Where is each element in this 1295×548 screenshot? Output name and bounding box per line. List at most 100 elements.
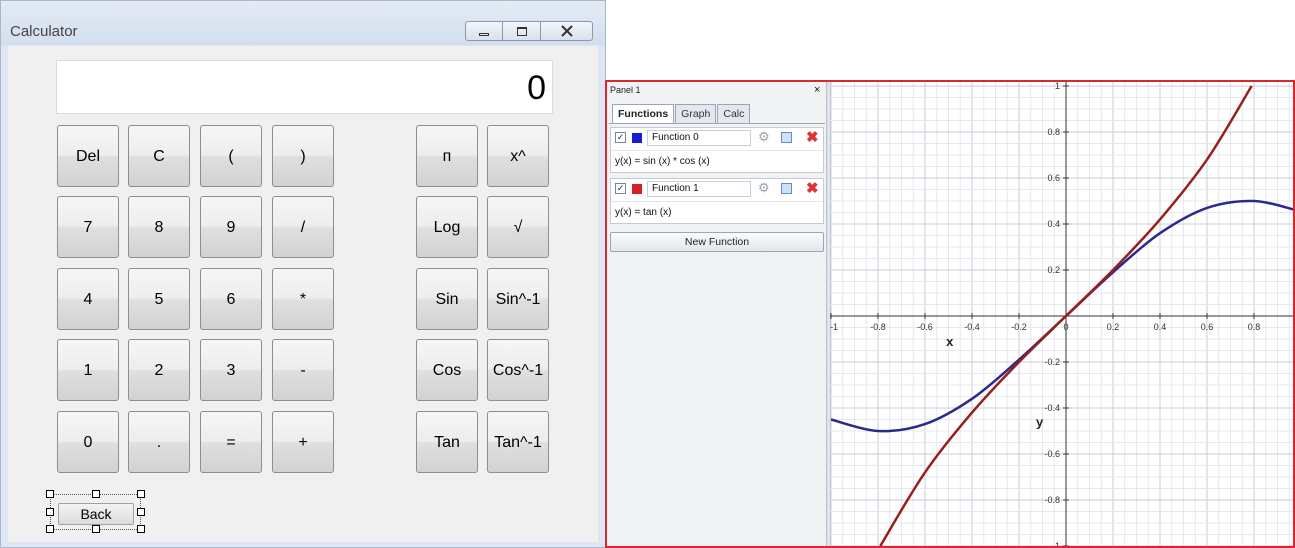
open-paren-key[interactable]: (: [200, 125, 262, 187]
function-visible-checkbox[interactable]: ✓: [615, 132, 626, 143]
function-row: ✓ Function 0 ⚙ ✖ y(x) = sin (x) * cos (x…: [610, 127, 824, 173]
plus-key[interactable]: +: [272, 411, 334, 473]
x-axis-label: x: [946, 334, 954, 349]
arctan-key[interactable]: Tan^-1: [487, 411, 549, 473]
one-key[interactable]: 1: [57, 339, 119, 401]
y-tick-label: -1: [1052, 541, 1060, 548]
maximize-button[interactable]: [503, 21, 541, 41]
gear-icon[interactable]: ⚙: [758, 180, 770, 196]
window-title: Calculator: [10, 23, 78, 40]
arcsin-key[interactable]: Sin^-1: [487, 268, 549, 330]
function-name-field[interactable]: Function 1: [647, 181, 751, 197]
panel-tabs: Functions Graph Calc: [612, 104, 751, 123]
result-display: 0: [56, 60, 553, 114]
function-color-swatch[interactable]: [632, 133, 642, 143]
title-bar[interactable]: Calculator: [1, 1, 605, 45]
sin-key[interactable]: Sin: [416, 268, 478, 330]
resize-handle[interactable]: [92, 490, 100, 498]
nine-key[interactable]: 9: [200, 196, 262, 258]
delete-icon[interactable]: ✖: [806, 179, 819, 197]
x-tick-label: -1: [830, 322, 838, 332]
y-tick-label: -0.4: [1044, 403, 1060, 413]
pi-key[interactable]: п: [416, 125, 478, 187]
function-color-swatch[interactable]: [632, 184, 642, 194]
panel-title: Panel 1: [610, 85, 641, 95]
plot-area[interactable]: -1 -0.8 -0.6 -0.4 -0.2 0 0.2 0.4 0.6 0.8 -1 -0.8 -0.…: [830, 82, 1293, 548]
tab-functions[interactable]: Functions: [612, 104, 675, 123]
arccos-key[interactable]: Cos^-1: [487, 339, 549, 401]
tab-calc[interactable]: Calc: [717, 104, 751, 123]
three-key[interactable]: 3: [200, 339, 262, 401]
six-key[interactable]: 6: [200, 268, 262, 330]
delete-icon[interactable]: ✖: [806, 128, 819, 146]
functions-panel: Panel 1 × Functions Graph Calc ✓ Functio…: [607, 82, 829, 546]
tan-key[interactable]: Tan: [416, 411, 478, 473]
calculator-body: 0 Del C() п x^ 7 8 9/ Log √ 4 5 6 * Sin Sin^-1 1 2 3- Cos C…: [8, 46, 598, 542]
eight-key[interactable]: 8: [128, 196, 190, 258]
sqrt-key[interactable]: √: [487, 196, 549, 258]
y-tick-label: 0.6: [1047, 173, 1060, 183]
close-button[interactable]: [541, 21, 593, 41]
resize-handle[interactable]: [46, 508, 54, 516]
panel-close-icon[interactable]: ×: [814, 84, 820, 96]
calculator-window: Calculator 0 Del C() п x^ 7 8 9/ Log √ 4 5 6 * Sin Sin…: [0, 0, 606, 548]
tab-divider: [609, 123, 825, 124]
function-row: ✓ Function 1 ⚙ ✖ y(x) = tan (x): [610, 178, 824, 224]
minus-key[interactable]: -: [272, 339, 334, 401]
grid: [830, 82, 1293, 546]
y-tick-label: -0.8: [1044, 495, 1060, 505]
five-key[interactable]: 5: [128, 268, 190, 330]
divide-key[interactable]: /: [272, 196, 334, 258]
x-tick-label: -0.4: [964, 322, 980, 332]
power-key[interactable]: x^: [487, 125, 549, 187]
copy-icon[interactable]: [781, 183, 792, 194]
del-key[interactable]: Del: [57, 125, 119, 187]
y-tick-label: 0.8: [1047, 127, 1060, 137]
zero-key[interactable]: 0: [57, 411, 119, 473]
x-tick-label: 0.6: [1201, 322, 1214, 332]
minimize-icon: [479, 32, 489, 36]
tab-graph[interactable]: Graph: [675, 104, 717, 123]
function-name-field[interactable]: Function 0: [647, 130, 751, 146]
y-axis-label: y: [1036, 414, 1044, 429]
graph-window: Panel 1 × Functions Graph Calc ✓ Functio…: [605, 80, 1295, 548]
y-tick-label: -0.6: [1044, 449, 1060, 459]
resize-handle[interactable]: [137, 508, 145, 516]
minimize-button[interactable]: [465, 21, 503, 41]
back-button[interactable]: Back: [58, 503, 134, 525]
new-function-button[interactable]: New Function: [610, 232, 824, 252]
y-tick-label: 1: [1055, 82, 1060, 91]
x-tick-label: -0.6: [917, 322, 933, 332]
y-tick-label: 0.2: [1047, 265, 1060, 275]
copy-icon[interactable]: [781, 132, 792, 143]
close-paren-key[interactable]: ): [272, 125, 334, 187]
function-expression[interactable]: y(x) = tan (x): [611, 201, 823, 223]
multiply-key[interactable]: *: [272, 268, 334, 330]
resize-handle[interactable]: [92, 525, 100, 533]
function-visible-checkbox[interactable]: ✓: [615, 183, 626, 194]
clear-key[interactable]: C: [128, 125, 190, 187]
x-tick-label: 0: [1063, 322, 1068, 332]
seven-key[interactable]: 7: [57, 196, 119, 258]
two-key[interactable]: 2: [128, 339, 190, 401]
y-tick-label: -0.2: [1044, 357, 1060, 367]
x-tick-label: -0.2: [1011, 322, 1027, 332]
x-tick-label: 0.4: [1154, 322, 1167, 332]
resize-handle[interactable]: [137, 525, 145, 533]
four-key[interactable]: 4: [57, 268, 119, 330]
resize-handle[interactable]: [46, 490, 54, 498]
cos-key[interactable]: Cos: [416, 339, 478, 401]
gear-icon[interactable]: ⚙: [758, 129, 770, 145]
close-icon: [560, 25, 573, 37]
y-tick-label: 0.4: [1047, 219, 1060, 229]
x-tick-label: -0.8: [870, 322, 886, 332]
resize-handle[interactable]: [46, 525, 54, 533]
x-tick-label: 0.2: [1107, 322, 1120, 332]
x-tick-label: 0.8: [1248, 322, 1261, 332]
decimal-key[interactable]: .: [128, 411, 190, 473]
equals-key[interactable]: =: [200, 411, 262, 473]
function-expression[interactable]: y(x) = sin (x) * cos (x): [611, 150, 823, 172]
log-key[interactable]: Log: [416, 196, 478, 258]
resize-handle[interactable]: [137, 490, 145, 498]
function-plot[interactable]: -1 -0.8 -0.6 -0.4 -0.2 0 0.2 0.4 0.6 0.8 -1 -0.8 -0.…: [830, 82, 1293, 548]
